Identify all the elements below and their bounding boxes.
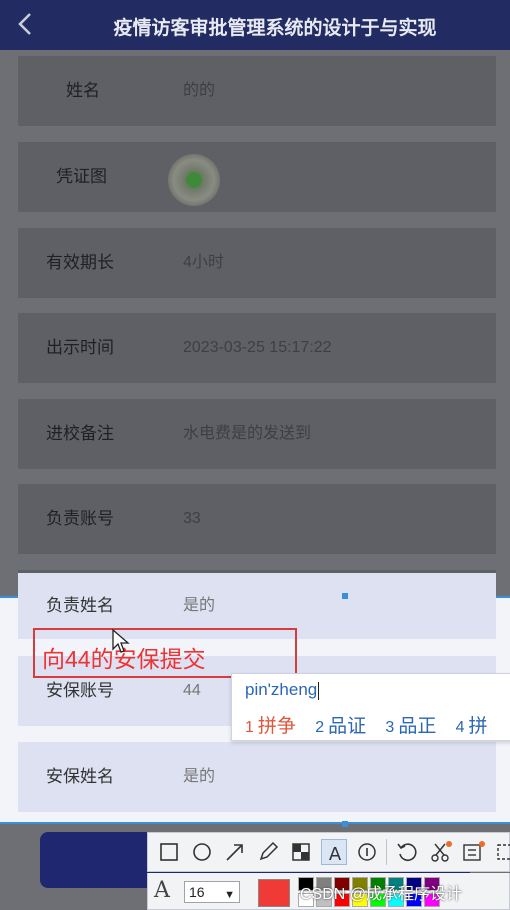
field-row-remark: 进校备注 水电费是的发送到	[18, 399, 496, 469]
selection-handle[interactable]	[342, 821, 348, 827]
ocr-icon[interactable]	[460, 839, 486, 865]
more-icon[interactable]	[491, 839, 510, 865]
field-row-name: 姓名 的的	[18, 56, 496, 126]
arrow-icon[interactable]	[222, 839, 248, 865]
field-value: 水电费是的发送到	[183, 425, 312, 442]
field-value: 2023-03-25 15:17:22	[183, 339, 332, 356]
field-row-guard-name: 安保姓名 是的	[18, 742, 496, 812]
field-label: 负责账号	[46, 509, 114, 528]
capture-toolbar: A	[147, 832, 510, 872]
mouse-cursor-icon	[112, 628, 130, 655]
toolbar-divider	[386, 839, 387, 865]
ime-candidate[interactable]: 3 品正	[385, 711, 436, 738]
field-row-validity: 有效期长 4小时	[18, 228, 496, 298]
page-title: 疫情访客审批管理系统的设计于与实现	[113, 18, 437, 39]
voucher-image[interactable]	[168, 154, 220, 206]
cut-icon[interactable]	[427, 839, 453, 865]
font-size-select[interactable]: 16 ▼	[184, 881, 240, 903]
field-label: 有效期长	[46, 253, 114, 272]
font-icon: A	[154, 878, 170, 903]
app-header: 疫情访客审批管理系统的设计于与实现	[0, 0, 510, 50]
field-value: 的的	[183, 82, 216, 99]
mosaic-icon[interactable]	[288, 839, 314, 865]
ime-candidate-window[interactable]: pin'zheng 1 拼争 2 品证 3 品正 4拼	[231, 673, 510, 741]
text-icon[interactable]: A	[321, 839, 347, 865]
current-color-swatch[interactable]	[258, 879, 290, 907]
field-label: 出示时间	[46, 338, 114, 357]
rectangle-icon[interactable]	[156, 839, 182, 865]
watermark: CSDN @成承程序设计	[300, 886, 463, 903]
ime-candidate[interactable]: 1 拼争	[245, 711, 296, 738]
field-value: 33	[183, 510, 201, 527]
field-label: 姓名	[66, 81, 100, 100]
back-icon[interactable]	[14, 8, 38, 40]
svg-text:A: A	[329, 844, 342, 865]
field-label: 凭证图	[56, 167, 107, 186]
selection-handle[interactable]	[342, 593, 348, 599]
ellipse-icon[interactable]	[189, 839, 215, 865]
field-label: 安保姓名	[46, 767, 114, 786]
ime-candidates: 1 拼争 2 品证 3 品正 4拼	[245, 711, 502, 738]
field-label: 进校备注	[46, 424, 114, 443]
field-row-owner-account: 负责账号 33	[18, 484, 496, 554]
pencil-icon[interactable]	[255, 839, 281, 865]
ime-candidate[interactable]: 4拼	[456, 711, 488, 738]
field-row-voucher: 凭证图	[18, 142, 496, 212]
field-row-show-time: 出示时间 2023-03-25 15:17:22	[18, 313, 496, 383]
ime-candidate[interactable]: 2 品证	[315, 711, 366, 738]
number-icon[interactable]	[354, 839, 380, 865]
field-value: 是的	[183, 768, 216, 785]
field-value: 4小时	[183, 254, 224, 271]
ime-pinyin: pin'zheng	[245, 680, 320, 700]
undo-icon[interactable]	[394, 839, 420, 865]
